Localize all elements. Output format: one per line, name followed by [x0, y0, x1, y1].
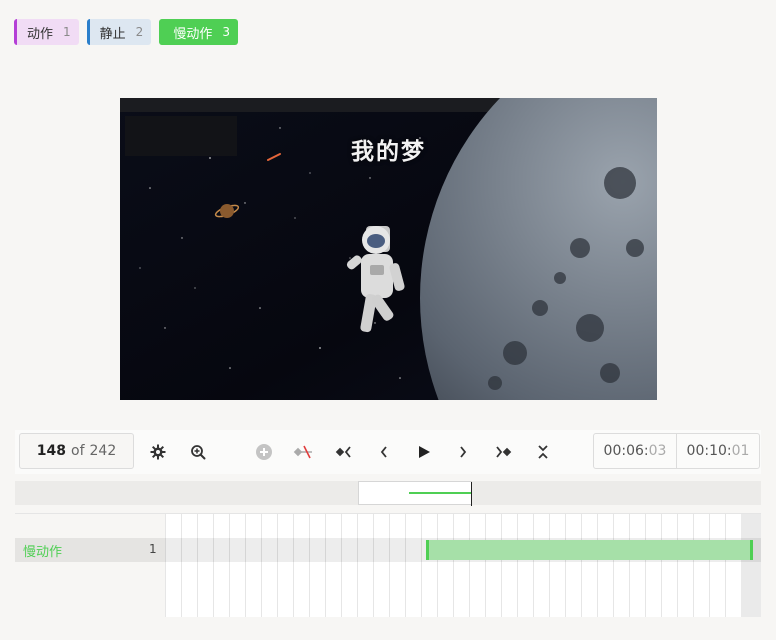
duration-frames: 01: [731, 443, 750, 459]
prev-keyframe-icon[interactable]: [332, 440, 356, 464]
label-name: 慢动作: [173, 26, 213, 42]
track-segment[interactable]: [426, 540, 753, 560]
label-name: 动作: [27, 26, 54, 42]
label-count: 2: [135, 25, 144, 39]
current-time-main: 00:06:: [603, 443, 649, 459]
scrubber-viewport[interactable]: [358, 481, 472, 506]
next-keyframe-icon[interactable]: [491, 440, 515, 464]
current-time-frames: 03: [648, 443, 667, 459]
label-name: 静止: [99, 26, 126, 42]
video-title-text: 我的梦: [351, 139, 426, 165]
zoom-in-icon[interactable]: [186, 440, 210, 464]
duration-main: 00:10:: [686, 443, 732, 459]
timeline-scrollbar[interactable]: [741, 514, 761, 617]
track-count: 1: [149, 542, 157, 556]
label-timeline: 慢动作 1: [15, 514, 761, 617]
scrubber-playhead[interactable]: [471, 482, 472, 506]
remove-keyframe-icon[interactable]: [291, 440, 315, 464]
label-count: 1: [63, 25, 71, 39]
add-keyframe-icon[interactable]: [252, 440, 276, 464]
video-frame[interactable]: 我的梦: [120, 98, 657, 400]
total-frames: 242: [89, 443, 117, 459]
label-chip-still[interactable]: 静止 2: [86, 19, 152, 45]
current-frame: 148: [36, 443, 66, 459]
collapse-icon[interactable]: [531, 440, 555, 464]
next-frame-icon[interactable]: [451, 440, 475, 464]
track-label: 慢动作: [23, 545, 63, 560]
timeline-grid[interactable]: [165, 514, 741, 617]
scrubber-segment-indicator: [409, 492, 471, 494]
current-time: 00:06: 03: [593, 433, 677, 469]
label-chip-slow-motion[interactable]: 慢动作 3: [159, 19, 238, 45]
frame-of-label: of: [71, 443, 85, 459]
play-icon[interactable]: [412, 440, 436, 464]
duration-time: 00:10: 01: [676, 433, 760, 469]
frame-counter[interactable]: 148 of 242: [19, 433, 134, 469]
label-chip-action[interactable]: 动作 1: [14, 19, 79, 45]
timeline-scrubber[interactable]: [15, 481, 761, 506]
gear-icon[interactable]: [146, 440, 170, 464]
track-row-slow-motion[interactable]: 慢动作 1: [15, 538, 761, 562]
prev-frame-icon[interactable]: [372, 440, 396, 464]
label-list: 动作 1 静止 2 慢动作 3: [14, 19, 238, 45]
label-count: 3: [222, 25, 230, 39]
player-controls: 148 of 242 00:06: 03 00:10: 01: [15, 430, 761, 474]
